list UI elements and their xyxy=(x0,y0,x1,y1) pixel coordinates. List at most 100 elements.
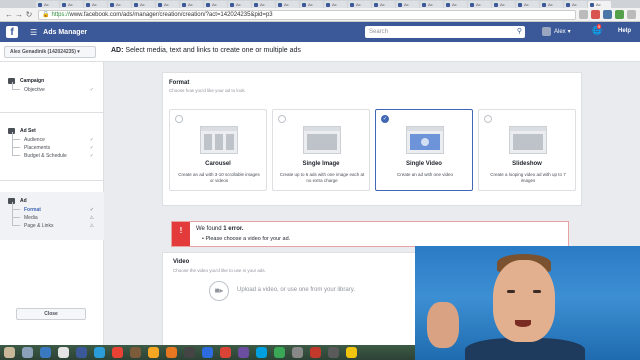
dock-app-icon[interactable] xyxy=(256,347,267,358)
browser-tab[interactable]: Ac xyxy=(228,1,251,8)
browser-tab[interactable]: Ac xyxy=(300,1,323,8)
browser-tab[interactable]: Ac xyxy=(492,1,515,8)
help-link[interactable]: Help xyxy=(618,28,631,34)
ads-manager-header: f ☰ Ads Manager Search ⚲ Alex ▾ 🌐 9 Help xyxy=(0,22,640,42)
upload-video-link[interactable]: Upload a video, or use one from your lib… xyxy=(237,287,355,293)
browser-tab[interactable]: Ac xyxy=(348,1,371,8)
dock-app-icon[interactable] xyxy=(58,347,69,358)
browser-tab[interactable]: Ac xyxy=(444,1,467,8)
favicon-icon xyxy=(86,2,90,7)
option-title: Carousel xyxy=(205,161,231,167)
star-icon[interactable] xyxy=(579,10,588,19)
favicon-icon xyxy=(590,2,594,7)
tab-label: Ac xyxy=(404,2,409,7)
user-profile[interactable]: Alex ▾ xyxy=(542,27,571,36)
extension-icon[interactable] xyxy=(603,10,612,19)
dock-app-icon[interactable] xyxy=(184,347,195,358)
dock-app-icon[interactable] xyxy=(94,347,105,358)
search-icon[interactable]: ⚲ xyxy=(517,26,522,38)
browser-tab[interactable]: Ac xyxy=(396,1,419,8)
sidebar-step-page-links[interactable]: Page & Links ⚠ xyxy=(0,218,104,230)
format-option-slideshow[interactable]: Slideshow Create a looping video ad with… xyxy=(478,109,576,191)
dock-app-icon[interactable] xyxy=(166,347,177,358)
tab-label: Ac xyxy=(524,2,529,7)
dock-app-icon[interactable] xyxy=(346,347,357,358)
browser-tab[interactable]: Ac xyxy=(36,1,59,8)
browser-tab[interactable]: Ac xyxy=(468,1,491,8)
format-option-single-video[interactable]: ✓ Single Video Create an ad with one vid… xyxy=(375,109,473,191)
browser-tab[interactable]: Ac xyxy=(372,1,395,8)
app-name[interactable]: Ads Manager xyxy=(43,29,87,36)
search-input[interactable]: Search ⚲ xyxy=(365,26,525,38)
dock-app-icon[interactable] xyxy=(274,347,285,358)
page-title: AD: Select media, text and links to crea… xyxy=(111,47,301,54)
browser-tab[interactable]: Ac xyxy=(540,1,563,8)
dock-app-icon[interactable] xyxy=(22,347,33,358)
browser-tab[interactable]: Ac xyxy=(156,1,179,8)
extension-icon[interactable] xyxy=(615,10,624,19)
menu-icon[interactable] xyxy=(627,10,636,19)
browser-tab[interactable]: Ac xyxy=(60,1,83,8)
dock-app-icon[interactable] xyxy=(292,347,303,358)
favicon-icon xyxy=(566,2,570,7)
reload-icon[interactable]: ↻ xyxy=(24,10,34,20)
favicon-icon xyxy=(62,2,66,7)
notifications-icon[interactable]: 🌐 9 xyxy=(592,24,602,36)
dock-app-icon[interactable] xyxy=(238,347,249,358)
dock-app-icon[interactable] xyxy=(310,347,321,358)
hamburger-menu-icon[interactable]: ☰ xyxy=(30,28,37,37)
radio-button[interactable] xyxy=(175,115,183,123)
sidebar-section-ad: Ad Format ✓ Media ⚠ Page & Links ⚠ xyxy=(0,192,104,240)
dock-app-icon[interactable] xyxy=(130,347,141,358)
tab-label: Ac xyxy=(236,2,241,7)
format-option-carousel[interactable]: Carousel Create an ad with 3-10 scrollab… xyxy=(169,109,267,191)
format-option-single-image[interactable]: Single Image Create up to 6 ads with one… xyxy=(272,109,370,191)
browser-tab[interactable]: Ac xyxy=(588,1,611,8)
step-label: Placements xyxy=(24,145,51,151)
page-title-text: Select media, text and links to create o… xyxy=(125,47,301,54)
extension-icon[interactable] xyxy=(591,10,600,19)
sidebar-step-budget[interactable]: Budget & Schedule ✓ xyxy=(0,148,104,160)
browser-tab[interactable]: Ac xyxy=(420,1,443,8)
tab-label: Ac xyxy=(44,2,49,7)
dock-app-icon[interactable] xyxy=(148,347,159,358)
dock-app-icon[interactable] xyxy=(40,347,51,358)
error-message: • Please choose a video for your ad. xyxy=(202,236,291,242)
video-thumbnail-icon xyxy=(406,126,444,154)
dock-app-icon[interactable] xyxy=(202,347,213,358)
browser-tab[interactable]: Ac xyxy=(132,1,155,8)
sidebar-step-objective[interactable]: Objective ✓ xyxy=(0,82,104,94)
video-camera-icon[interactable]: ■▸ xyxy=(209,281,229,301)
facebook-logo-icon[interactable]: f xyxy=(6,26,18,38)
dock-app-icon[interactable] xyxy=(4,347,15,358)
dock-app-icon[interactable] xyxy=(328,347,339,358)
browser-tab[interactable]: Ac xyxy=(324,1,347,8)
forward-arrow-icon[interactable]: → xyxy=(14,10,24,20)
radio-button[interactable] xyxy=(278,115,286,123)
dock-app-icon[interactable] xyxy=(220,347,231,358)
tab-label: Ac xyxy=(188,2,193,7)
back-arrow-icon[interactable]: ← xyxy=(4,10,14,20)
tab-label: Ac xyxy=(140,2,145,7)
radio-button-checked[interactable]: ✓ xyxy=(381,115,389,123)
browser-tab[interactable]: Ac xyxy=(180,1,203,8)
browser-tab[interactable]: Ac xyxy=(108,1,131,8)
browser-tab[interactable]: Ac xyxy=(276,1,299,8)
browser-tab[interactable]: Ac xyxy=(252,1,275,8)
browser-tab[interactable]: Ac xyxy=(84,1,107,8)
radio-button[interactable] xyxy=(484,115,492,123)
browser-tab[interactable]: Ac xyxy=(564,1,587,8)
browser-tab[interactable]: Ac xyxy=(204,1,227,8)
close-button[interactable]: Close xyxy=(16,308,86,320)
play-icon xyxy=(421,138,429,146)
dock-app-icon[interactable] xyxy=(112,347,123,358)
option-title: Single Image xyxy=(302,161,340,167)
sidebar-section-adset: Ad Set Audience ✓ Placements ✓ Budget & … xyxy=(0,126,104,160)
warning-icon: ⚠ xyxy=(89,223,94,229)
url-field[interactable]: 🔒 https:// www.facebook.com/ads/manager/… xyxy=(38,9,576,20)
browser-tab[interactable]: Ac xyxy=(516,1,539,8)
sidebar-section-campaign: Campaign Objective ✓ xyxy=(0,76,104,94)
account-selector[interactable]: Alex Genadinik (142024235) ▾ xyxy=(4,46,96,58)
dock-app-icon[interactable] xyxy=(76,347,87,358)
tree-connector xyxy=(12,82,20,90)
